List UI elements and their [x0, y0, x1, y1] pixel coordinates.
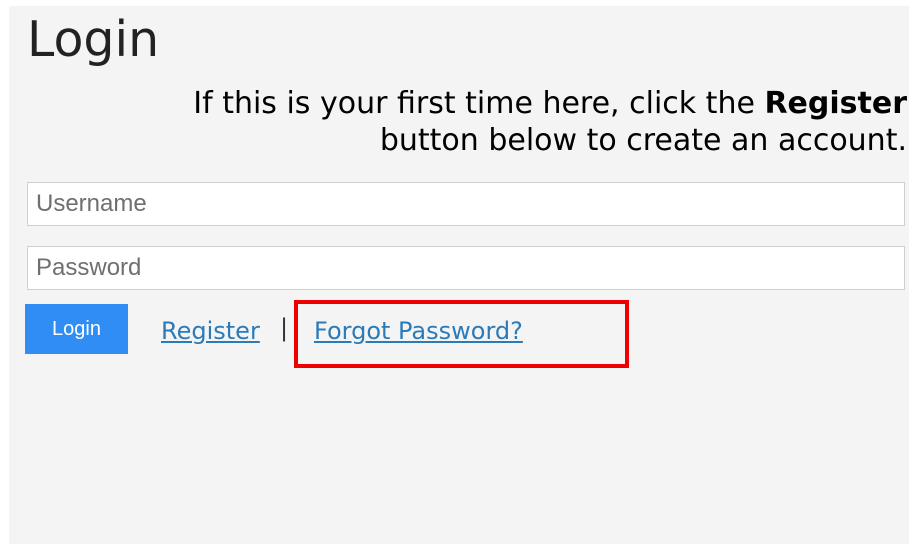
forgot-password-link[interactable]: Forgot Password?: [314, 316, 523, 346]
intro-text-bold: Register: [764, 86, 907, 121]
intro-text-after: button below to create an account.: [379, 123, 907, 158]
password-input[interactable]: [27, 246, 905, 290]
link-separator: |: [280, 314, 289, 342]
login-button[interactable]: Login: [25, 304, 128, 354]
intro-text-before: If this is your first time here, click t…: [193, 86, 765, 121]
intro-text: If this is your first time here, click t…: [87, 85, 907, 159]
register-link[interactable]: Register: [161, 316, 260, 346]
page-title: Login: [27, 11, 160, 68]
username-input[interactable]: [27, 182, 905, 226]
